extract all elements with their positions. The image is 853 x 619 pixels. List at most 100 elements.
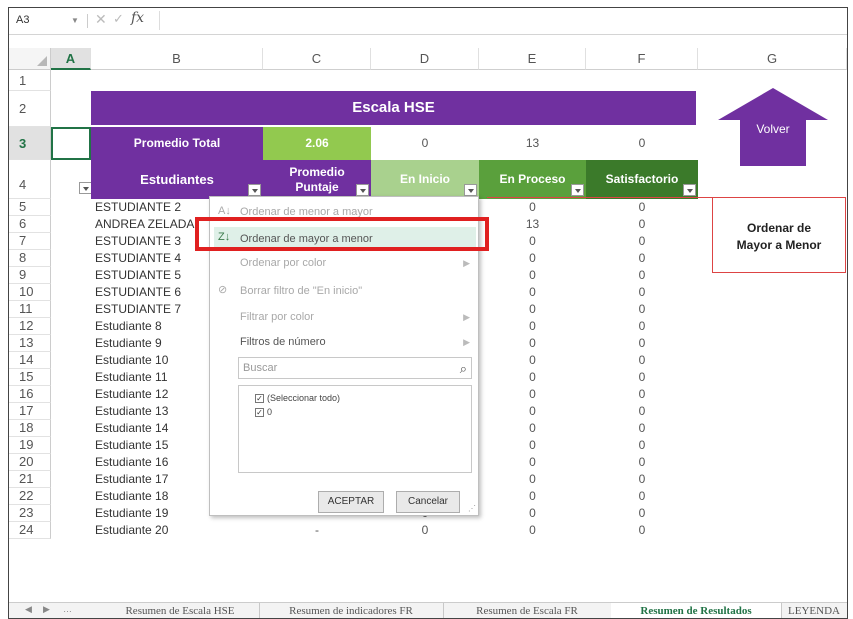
satisfactorio-value[interactable]: 0 [586, 505, 698, 522]
tab-resumen-resultados[interactable]: Resumen de Resultados [611, 603, 782, 618]
row-header-23[interactable]: 23 [9, 505, 51, 522]
name-box[interactable]: A3 [13, 12, 60, 29]
menu-number-filters[interactable]: Filtros de número [240, 336, 326, 348]
student-name[interactable]: ESTUDIANTE 4 [91, 250, 209, 267]
row-header-17[interactable]: 17 [9, 403, 51, 420]
student-name[interactable]: ESTUDIANTE 2 [91, 199, 209, 216]
column-header-e[interactable]: E [479, 48, 586, 70]
en-proceso-value[interactable]: 0 [479, 352, 586, 369]
satisfactorio-value[interactable]: 0 [586, 403, 698, 420]
row-header-12[interactable]: 12 [9, 318, 51, 335]
menu-clear-filter[interactable]: Borrar filtro de "En inicio" [240, 285, 362, 297]
cancel-icon[interactable]: ✕ [95, 11, 107, 28]
resize-grip-icon[interactable]: ⋰ [468, 504, 476, 513]
student-name[interactable]: Estudiante 10 [91, 352, 209, 369]
satisfactorio-value[interactable]: 0 [586, 233, 698, 250]
en-proceso-value[interactable]: 0 [479, 199, 586, 216]
satisfactorio-value[interactable]: 0 [586, 522, 698, 539]
en-proceso-value[interactable]: 0 [479, 505, 586, 522]
en-proceso-value[interactable]: 0 [479, 267, 586, 284]
row-header-8[interactable]: 8 [9, 250, 51, 267]
row-header-22[interactable]: 22 [9, 488, 51, 505]
tab-more-icon[interactable]: … [63, 604, 72, 614]
filter-dropdown-b[interactable] [248, 184, 261, 196]
student-name[interactable]: Estudiante 15 [91, 437, 209, 454]
student-name[interactable]: ESTUDIANTE 7 [91, 301, 209, 318]
tab-resumen-escala-hse[interactable]: Resumen de Escala HSE [101, 603, 260, 618]
satisfactorio-value[interactable]: 0 [586, 267, 698, 284]
row-header-2[interactable]: 2 [9, 91, 51, 127]
satisfactorio-value[interactable]: 0 [586, 420, 698, 437]
filter-dropdown-c[interactable] [356, 184, 369, 196]
satisfactorio-value[interactable]: 0 [586, 199, 698, 216]
menu-filter-color[interactable]: Filtrar por color [240, 311, 314, 323]
volver-label[interactable]: Volver [742, 122, 804, 136]
select-all-label[interactable]: (Seleccionar todo) [267, 393, 340, 403]
search-icon[interactable]: ⌕ [460, 359, 467, 379]
row-header-15[interactable]: 15 [9, 369, 51, 386]
en-proceso-value[interactable]: 0 [479, 420, 586, 437]
satisfactorio-value[interactable]: 0 [586, 386, 698, 403]
row-header-4[interactable]: 4 [9, 160, 51, 199]
column-header-a[interactable]: A [51, 48, 91, 70]
column-header-b[interactable]: B [91, 48, 263, 70]
row-header-19[interactable]: 19 [9, 437, 51, 454]
satisfactorio-value[interactable]: 0 [586, 301, 698, 318]
en-proceso-value[interactable]: 0 [479, 471, 586, 488]
student-name[interactable]: Estudiante 16 [91, 454, 209, 471]
satisfactorio-value[interactable]: 0 [586, 216, 698, 233]
value-zero-checkbox[interactable]: ✓ [255, 408, 264, 417]
student-name[interactable]: Estudiante 8 [91, 318, 209, 335]
en-proceso-value[interactable]: 0 [479, 386, 586, 403]
student-name[interactable]: ESTUDIANTE 3 [91, 233, 209, 250]
select-all-checkbox[interactable]: ✓ [255, 394, 264, 403]
menu-sort-color[interactable]: Ordenar por color [240, 257, 326, 269]
select-all-corner[interactable] [9, 48, 51, 70]
student-name[interactable]: Estudiante 13 [91, 403, 209, 420]
column-header-g[interactable]: G [698, 48, 847, 70]
en-proceso-value[interactable]: 13 [479, 216, 586, 233]
en-inicio-value[interactable]: 0 [371, 522, 479, 539]
en-proceso-value[interactable]: 0 [479, 437, 586, 454]
selected-cell-a3[interactable] [51, 127, 91, 160]
summary-en-inicio[interactable]: 0 [371, 127, 479, 160]
tab-resumen-escala-fr[interactable]: Resumen de Escala FR [443, 603, 612, 618]
tab-next-icon[interactable]: ▶ [43, 604, 50, 615]
promedio-total-value[interactable]: 2.06 [263, 127, 371, 160]
en-proceso-value[interactable]: 0 [479, 250, 586, 267]
student-name[interactable]: Estudiante 14 [91, 420, 209, 437]
insert-function-icon[interactable]: fx [131, 10, 144, 26]
en-proceso-value[interactable]: 0 [479, 335, 586, 352]
en-proceso-value[interactable]: 0 [479, 284, 586, 301]
row-header-6[interactable]: 6 [9, 216, 51, 233]
satisfactorio-value[interactable]: 0 [586, 369, 698, 386]
student-name[interactable]: Estudiante 20 [91, 522, 263, 539]
formula-input[interactable] [159, 11, 842, 30]
en-proceso-value[interactable]: 0 [479, 454, 586, 471]
row-header-7[interactable]: 7 [9, 233, 51, 250]
filter-dropdown-f[interactable] [683, 184, 696, 196]
cancel-button[interactable]: Cancelar [396, 491, 460, 513]
promedio-value[interactable]: - [263, 522, 371, 539]
student-name[interactable]: ESTUDIANTE 5 [91, 267, 209, 284]
row-header-5[interactable]: 5 [9, 199, 51, 216]
satisfactorio-value[interactable]: 0 [586, 284, 698, 301]
en-proceso-value[interactable]: 0 [479, 488, 586, 505]
check-icon[interactable]: ✓ [113, 11, 124, 27]
search-input[interactable]: Buscar ⌕ [238, 357, 472, 379]
accept-button[interactable]: ACEPTAR [318, 491, 384, 513]
satisfactorio-value[interactable]: 0 [586, 437, 698, 454]
column-header-f[interactable]: F [586, 48, 698, 70]
summary-satisfactorio[interactable]: 0 [586, 127, 698, 160]
chevron-down-icon[interactable]: ▼ [71, 12, 79, 29]
row-header-10[interactable]: 10 [9, 284, 51, 301]
column-header-d[interactable]: D [371, 48, 479, 70]
row-header-13[interactable]: 13 [9, 335, 51, 352]
row-header-14[interactable]: 14 [9, 352, 51, 369]
row-header-9[interactable]: 9 [9, 267, 51, 284]
en-proceso-value[interactable]: 0 [479, 403, 586, 420]
satisfactorio-value[interactable]: 0 [586, 488, 698, 505]
student-name[interactable]: Estudiante 9 [91, 335, 209, 352]
student-name[interactable]: Estudiante 12 [91, 386, 209, 403]
row-header-16[interactable]: 16 [9, 386, 51, 403]
